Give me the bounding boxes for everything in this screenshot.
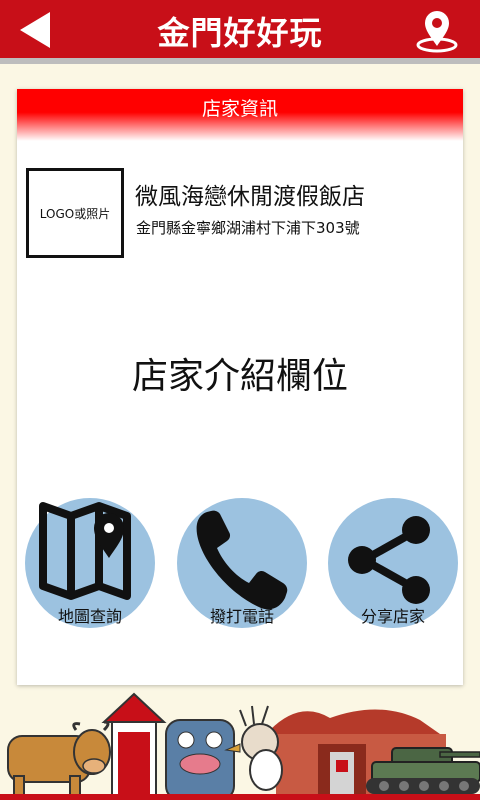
app-title: 金門好好玩 [157,14,323,52]
share-label: 分享店家 [360,607,425,626]
shop-intro-text: 店家介紹欄位 [131,356,348,397]
footer-illustration [0,692,480,800]
location-button[interactable] [414,8,460,54]
call-button[interactable]: 撥打電話 [177,498,307,628]
app-header: 金門好好玩 [0,0,480,58]
cow-illustration [7,720,111,797]
wind-lion-illustration [165,719,235,800]
shrine-illustration [101,692,167,799]
map-pin-icon [416,11,458,53]
logo-placeholder-text: LOGO或照片 [39,206,111,221]
section-title: 店家資訊 [17,89,463,141]
map-lookup-label: 地圖查詢 [57,607,122,626]
map-lookup-button[interactable]: 地圖查詢 [25,498,155,628]
shop-name: 微風海戀休閒渡假飯店 [135,184,365,210]
shop-info-card: 店家資訊 LOGO或照片 微風海戀休閒渡假飯店 金門縣金寧鄉湖浦村下浦下303號… [17,89,463,685]
shop-logo-placeholder: LOGO或照片 [26,168,124,258]
shop-address: 金門縣金寧鄉湖浦村下浦下303號 [136,219,360,237]
call-label: 撥打電話 [209,607,274,626]
share-button[interactable]: 分享店家 [328,498,458,628]
header-divider [0,58,480,64]
